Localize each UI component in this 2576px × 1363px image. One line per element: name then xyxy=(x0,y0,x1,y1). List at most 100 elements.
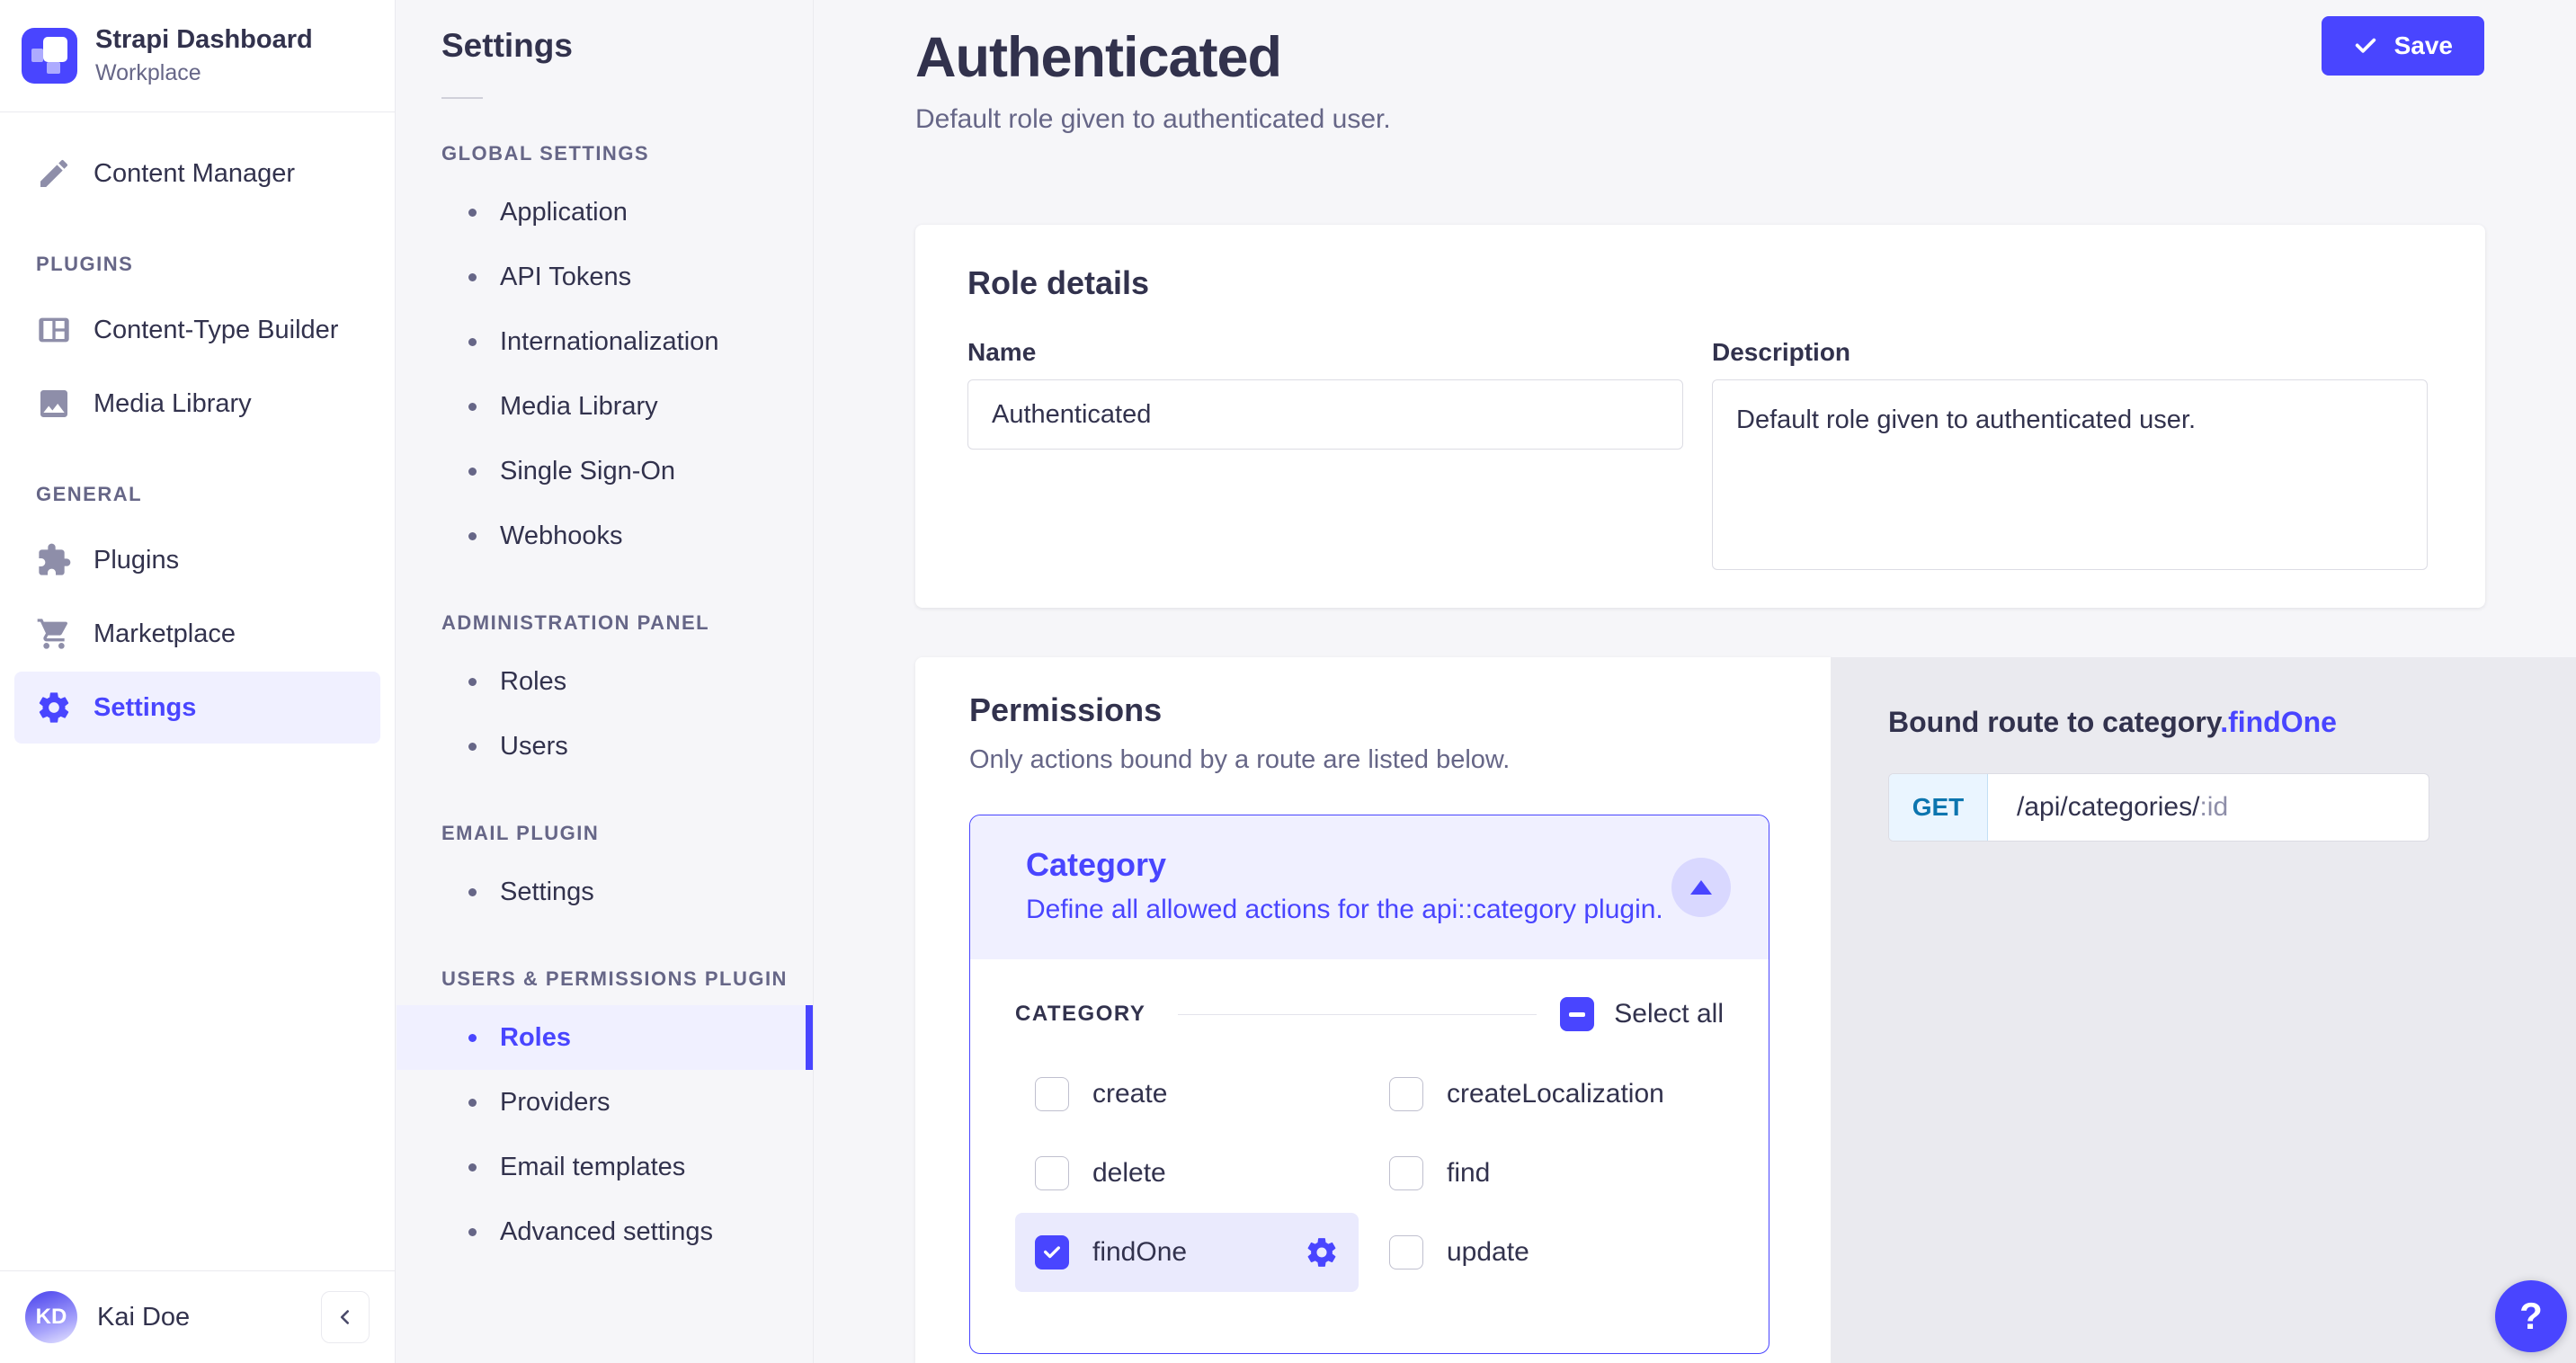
settings-subnav-divider xyxy=(441,97,483,99)
category-group-label: CATEGORY xyxy=(1015,1002,1145,1027)
subnav-item-label: Settings xyxy=(500,877,594,907)
action-row-createlocalization: createLocalization xyxy=(1369,1055,1713,1134)
subnav-item-internationalization[interactable]: Internationalization xyxy=(397,309,813,374)
bullet-icon xyxy=(468,338,477,346)
sidebar-item-label: Marketplace xyxy=(94,619,236,649)
subnav-item-up-roles[interactable]: Roles xyxy=(397,1005,813,1070)
bullet-icon xyxy=(468,888,477,896)
findone-checkbox[interactable] xyxy=(1035,1235,1069,1269)
action-label: update xyxy=(1447,1237,1529,1268)
sidebar-item-label: Content Manager xyxy=(94,159,295,189)
accordion-title: Category xyxy=(1026,846,1733,884)
subnav-item-label: Webhooks xyxy=(500,521,623,551)
collapse-sidebar-button[interactable] xyxy=(321,1291,370,1343)
bullet-icon xyxy=(468,209,477,217)
bullet-icon xyxy=(468,1034,477,1042)
main-nav: Content Manager PLUGINS Content-Type Bui… xyxy=(0,112,395,745)
bullet-icon xyxy=(468,678,477,686)
subnav-item-label: API Tokens xyxy=(500,263,631,292)
subnav-item-admin-users[interactable]: Users xyxy=(397,714,813,779)
chevron-up-icon xyxy=(1690,880,1712,895)
role-details-title: Role details xyxy=(967,264,2428,302)
action-label: findOne xyxy=(1092,1237,1187,1268)
category-accordion-header[interactable]: Category Define all allowed actions for … xyxy=(970,815,1769,959)
save-button[interactable]: Save xyxy=(2322,16,2484,76)
subnav-item-single-sign-on[interactable]: Single Sign-On xyxy=(397,439,813,503)
subnav-item-api-tokens[interactable]: API Tokens xyxy=(397,245,813,309)
content-type-builder-icon xyxy=(36,312,72,348)
name-field[interactable] xyxy=(967,379,1683,450)
sidebar-item-media-library[interactable]: Media Library xyxy=(14,368,380,440)
createlocalization-checkbox[interactable] xyxy=(1389,1077,1423,1111)
route-display: GET /api/categories/:id xyxy=(1888,773,2429,842)
delete-checkbox[interactable] xyxy=(1035,1156,1069,1190)
subnav-item-providers[interactable]: Providers xyxy=(397,1070,813,1135)
subnav-item-label: Roles xyxy=(500,667,566,697)
subnav-item-advanced-settings[interactable]: Advanced settings xyxy=(397,1199,813,1264)
bullet-icon xyxy=(468,1228,477,1236)
sidebar-item-label: Plugins xyxy=(94,546,179,575)
subnav-item-admin-roles[interactable]: Roles xyxy=(397,649,813,714)
strapi-logo-icon xyxy=(22,28,77,84)
permissions-title: Permissions xyxy=(969,691,1769,729)
action-label: createLocalization xyxy=(1447,1079,1664,1109)
subnav-item-label: Internationalization xyxy=(500,327,718,357)
action-row-update: update xyxy=(1369,1213,1713,1292)
settings-gear-icon xyxy=(36,690,72,726)
sidebar-item-settings[interactable]: Settings xyxy=(14,672,380,744)
subnav-item-email-templates[interactable]: Email templates xyxy=(397,1135,813,1199)
bullet-icon xyxy=(468,1163,477,1171)
marketplace-icon xyxy=(36,616,72,652)
update-checkbox[interactable] xyxy=(1389,1235,1423,1269)
category-accordion-body: CATEGORY Select all create xyxy=(970,959,1769,1292)
actions-grid: create createLocalization delete fi xyxy=(1015,1055,1724,1292)
workspace-brand[interactable]: Strapi Dashboard Workplace xyxy=(0,0,395,111)
subnav-item-application[interactable]: Application xyxy=(397,180,813,245)
subnav-item-webhooks[interactable]: Webhooks xyxy=(397,503,813,568)
check-icon xyxy=(2353,33,2378,58)
subnav-item-media-library[interactable]: Media Library xyxy=(397,374,813,439)
indeterminate-icon xyxy=(1569,1012,1585,1017)
bullet-icon xyxy=(468,532,477,540)
subnav-item-email-settings[interactable]: Settings xyxy=(397,860,813,924)
chevron-left-icon xyxy=(334,1305,357,1329)
bound-route-panel: Bound route to category.findOne GET /api… xyxy=(1831,657,2576,1363)
sidebar-item-content-type-builder[interactable]: Content-Type Builder xyxy=(14,294,380,366)
main-sidebar: Strapi Dashboard Workplace Content Manag… xyxy=(0,0,396,1363)
user-name: Kai Doe xyxy=(97,1303,190,1332)
sidebar-section-general: GENERAL xyxy=(0,441,395,522)
subnav-section-email-plugin: EMAIL PLUGIN xyxy=(441,822,813,845)
sidebar-item-marketplace[interactable]: Marketplace xyxy=(14,598,380,670)
find-checkbox[interactable] xyxy=(1389,1156,1423,1190)
bound-route-title: Bound route to category.findOne xyxy=(1888,706,2536,739)
help-button[interactable]: ? xyxy=(2495,1280,2567,1352)
bullet-icon xyxy=(468,743,477,751)
select-all-checkbox[interactable] xyxy=(1560,997,1594,1031)
sidebar-item-label: Content-Type Builder xyxy=(94,316,338,345)
sidebar-item-content-manager[interactable]: Content Manager xyxy=(14,138,380,209)
user-avatar[interactable]: KD xyxy=(25,1291,77,1343)
workspace-title: Strapi Dashboard xyxy=(95,25,313,55)
save-button-label: Save xyxy=(2394,31,2453,60)
collapse-accordion-button[interactable] xyxy=(1671,858,1731,917)
gear-icon xyxy=(1305,1235,1339,1269)
route-path-base: /api/categories/ xyxy=(2017,792,2199,823)
page-subtitle: Default role given to authenticated user… xyxy=(915,104,2486,135)
workspace-subtitle: Workplace xyxy=(95,60,313,86)
route-path-param: :id xyxy=(2199,792,2228,823)
sidebar-item-plugins[interactable]: Plugins xyxy=(14,524,380,596)
accordion-description: Define all allowed actions for the api::… xyxy=(1026,895,1733,925)
route-path: /api/categories/:id xyxy=(1988,774,2257,841)
pencil-icon xyxy=(36,156,72,192)
subnav-item-label: Users xyxy=(500,732,568,762)
main-content: Authenticated Default role given to auth… xyxy=(815,0,2576,1363)
action-label: find xyxy=(1447,1158,1490,1189)
media-library-icon xyxy=(36,386,72,422)
permissions-card: Permissions Only actions bound by a rout… xyxy=(915,657,1831,1363)
description-field[interactable] xyxy=(1712,379,2428,570)
action-row-find: find xyxy=(1369,1134,1713,1213)
findone-settings-button[interactable] xyxy=(1305,1235,1339,1269)
bullet-icon xyxy=(468,468,477,476)
subnav-item-label: Roles xyxy=(500,1023,571,1053)
create-checkbox[interactable] xyxy=(1035,1077,1069,1111)
